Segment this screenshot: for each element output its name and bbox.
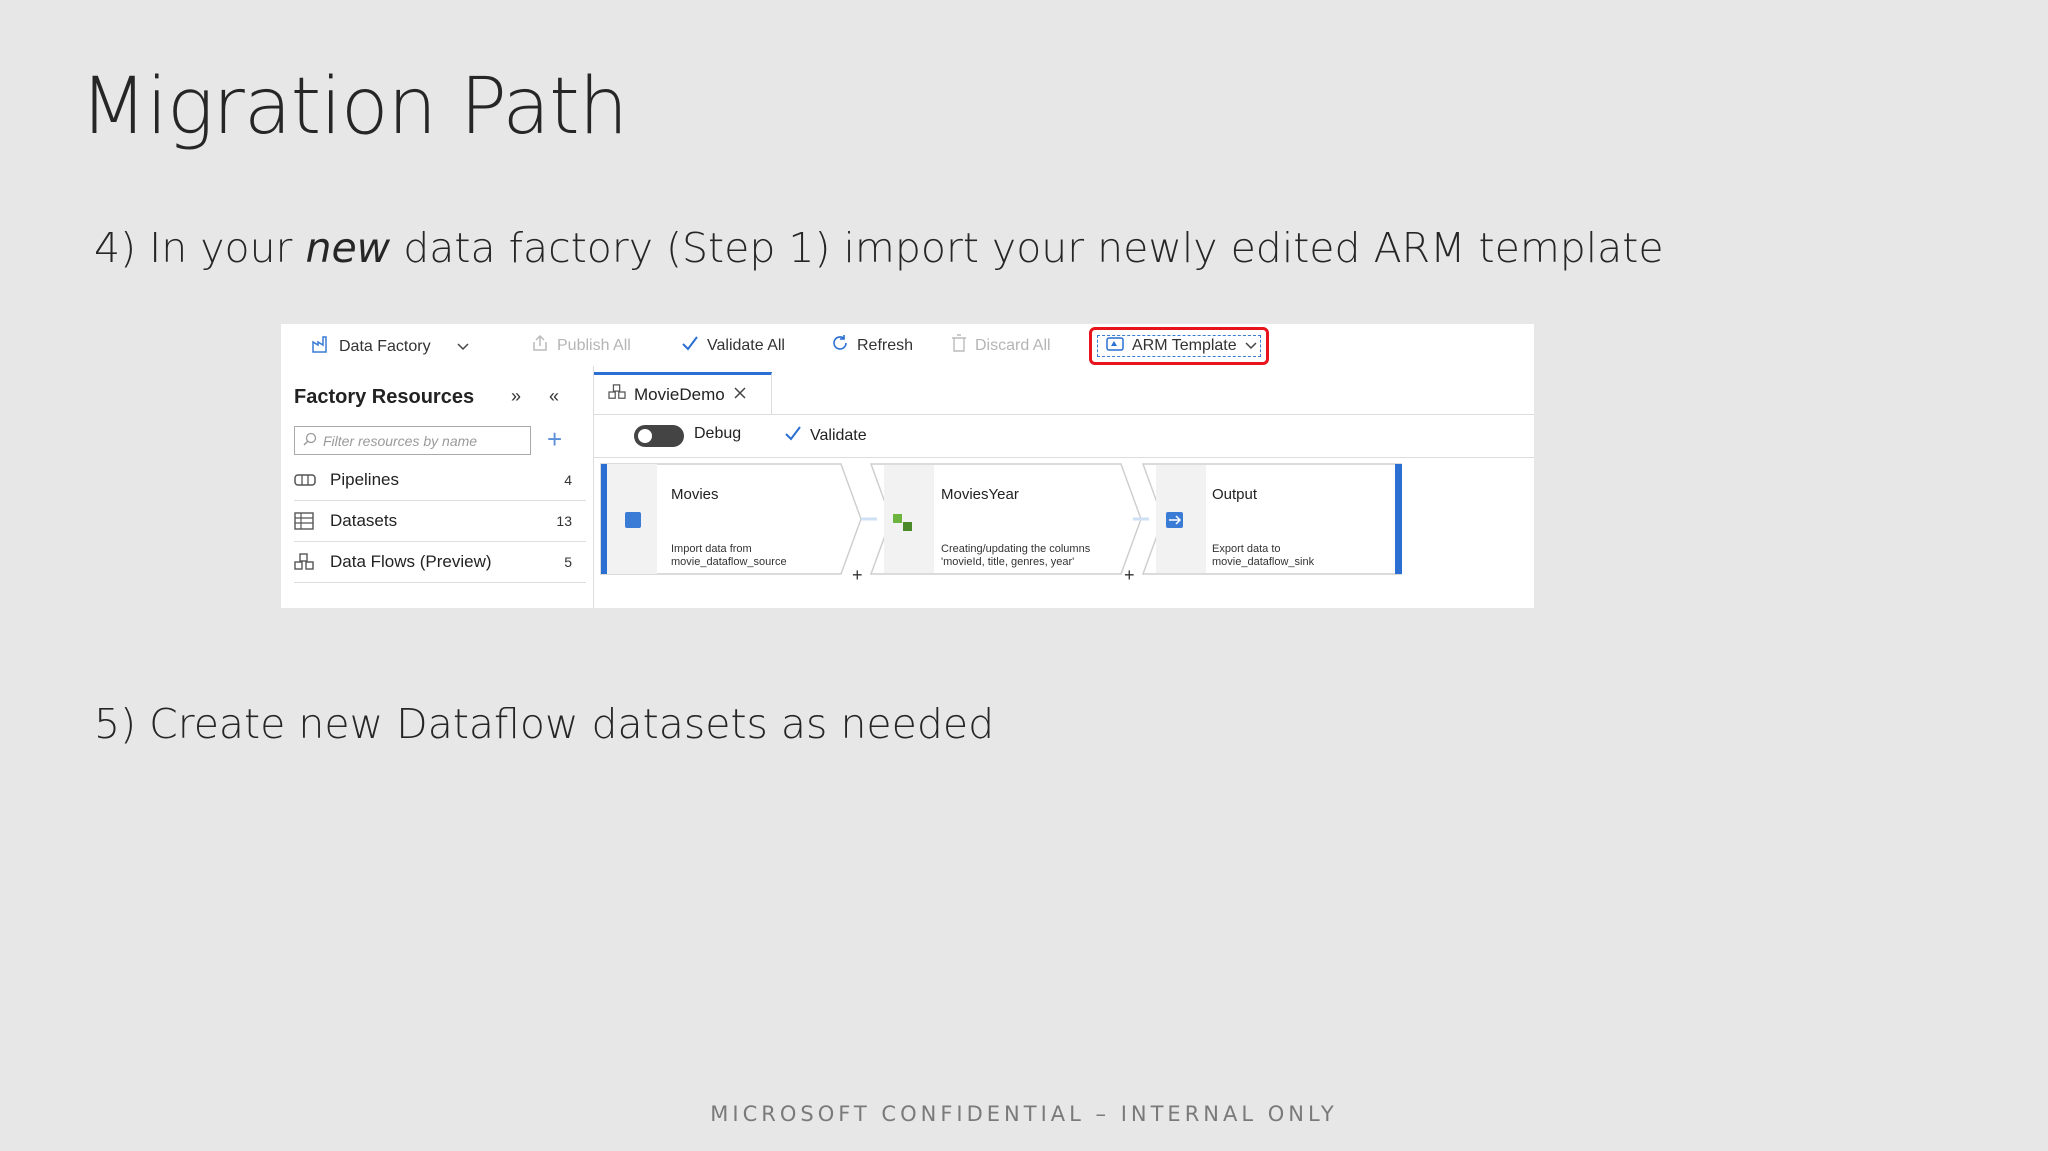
step-4-text: 4) In your new data factory (Step 1) imp… (94, 224, 1664, 272)
derive-node-desc-2: 'movieId, title, genres, year' (941, 556, 1075, 568)
step-4-suffix: data factory (Step 1) import your newly … (390, 224, 1664, 272)
source-node-desc-2: movie_dataflow_source (671, 556, 787, 568)
step-4-emphasis: new (305, 224, 391, 272)
step-5-text: 5) Create new Dataflow datasets as neede… (94, 700, 995, 748)
source-node-label[interactable]: Movies (671, 486, 719, 503)
derive-node-icon-area (884, 465, 934, 573)
confidential-footer: MICROSOFT CONFIDENTIAL – INTERNAL ONLY (710, 1102, 1338, 1126)
source-node-accent (601, 464, 607, 574)
derive-node-desc-1: Creating/updating the columns (941, 543, 1091, 555)
source-node-desc-1: Import data from (671, 543, 752, 555)
dataflow-shapes (600, 463, 1402, 575)
derive-node-label[interactable]: MoviesYear (941, 486, 1019, 503)
source-icon (625, 512, 641, 528)
sink-node-desc-1: Export data to (1212, 543, 1281, 555)
step-4-prefix: 4) In your (94, 224, 306, 272)
add-transform-icon[interactable]: + (1124, 565, 1135, 586)
sink-node-accent (1395, 464, 1402, 574)
sink-node-desc-2: movie_dataflow_sink (1212, 556, 1315, 568)
add-transform-icon[interactable]: + (852, 565, 863, 586)
slide-title: Migration Path (80, 62, 628, 152)
adf-screenshot-panel: Data Factory Publish All Validate All Re… (281, 324, 1534, 608)
sink-node-label[interactable]: Output (1212, 486, 1257, 503)
